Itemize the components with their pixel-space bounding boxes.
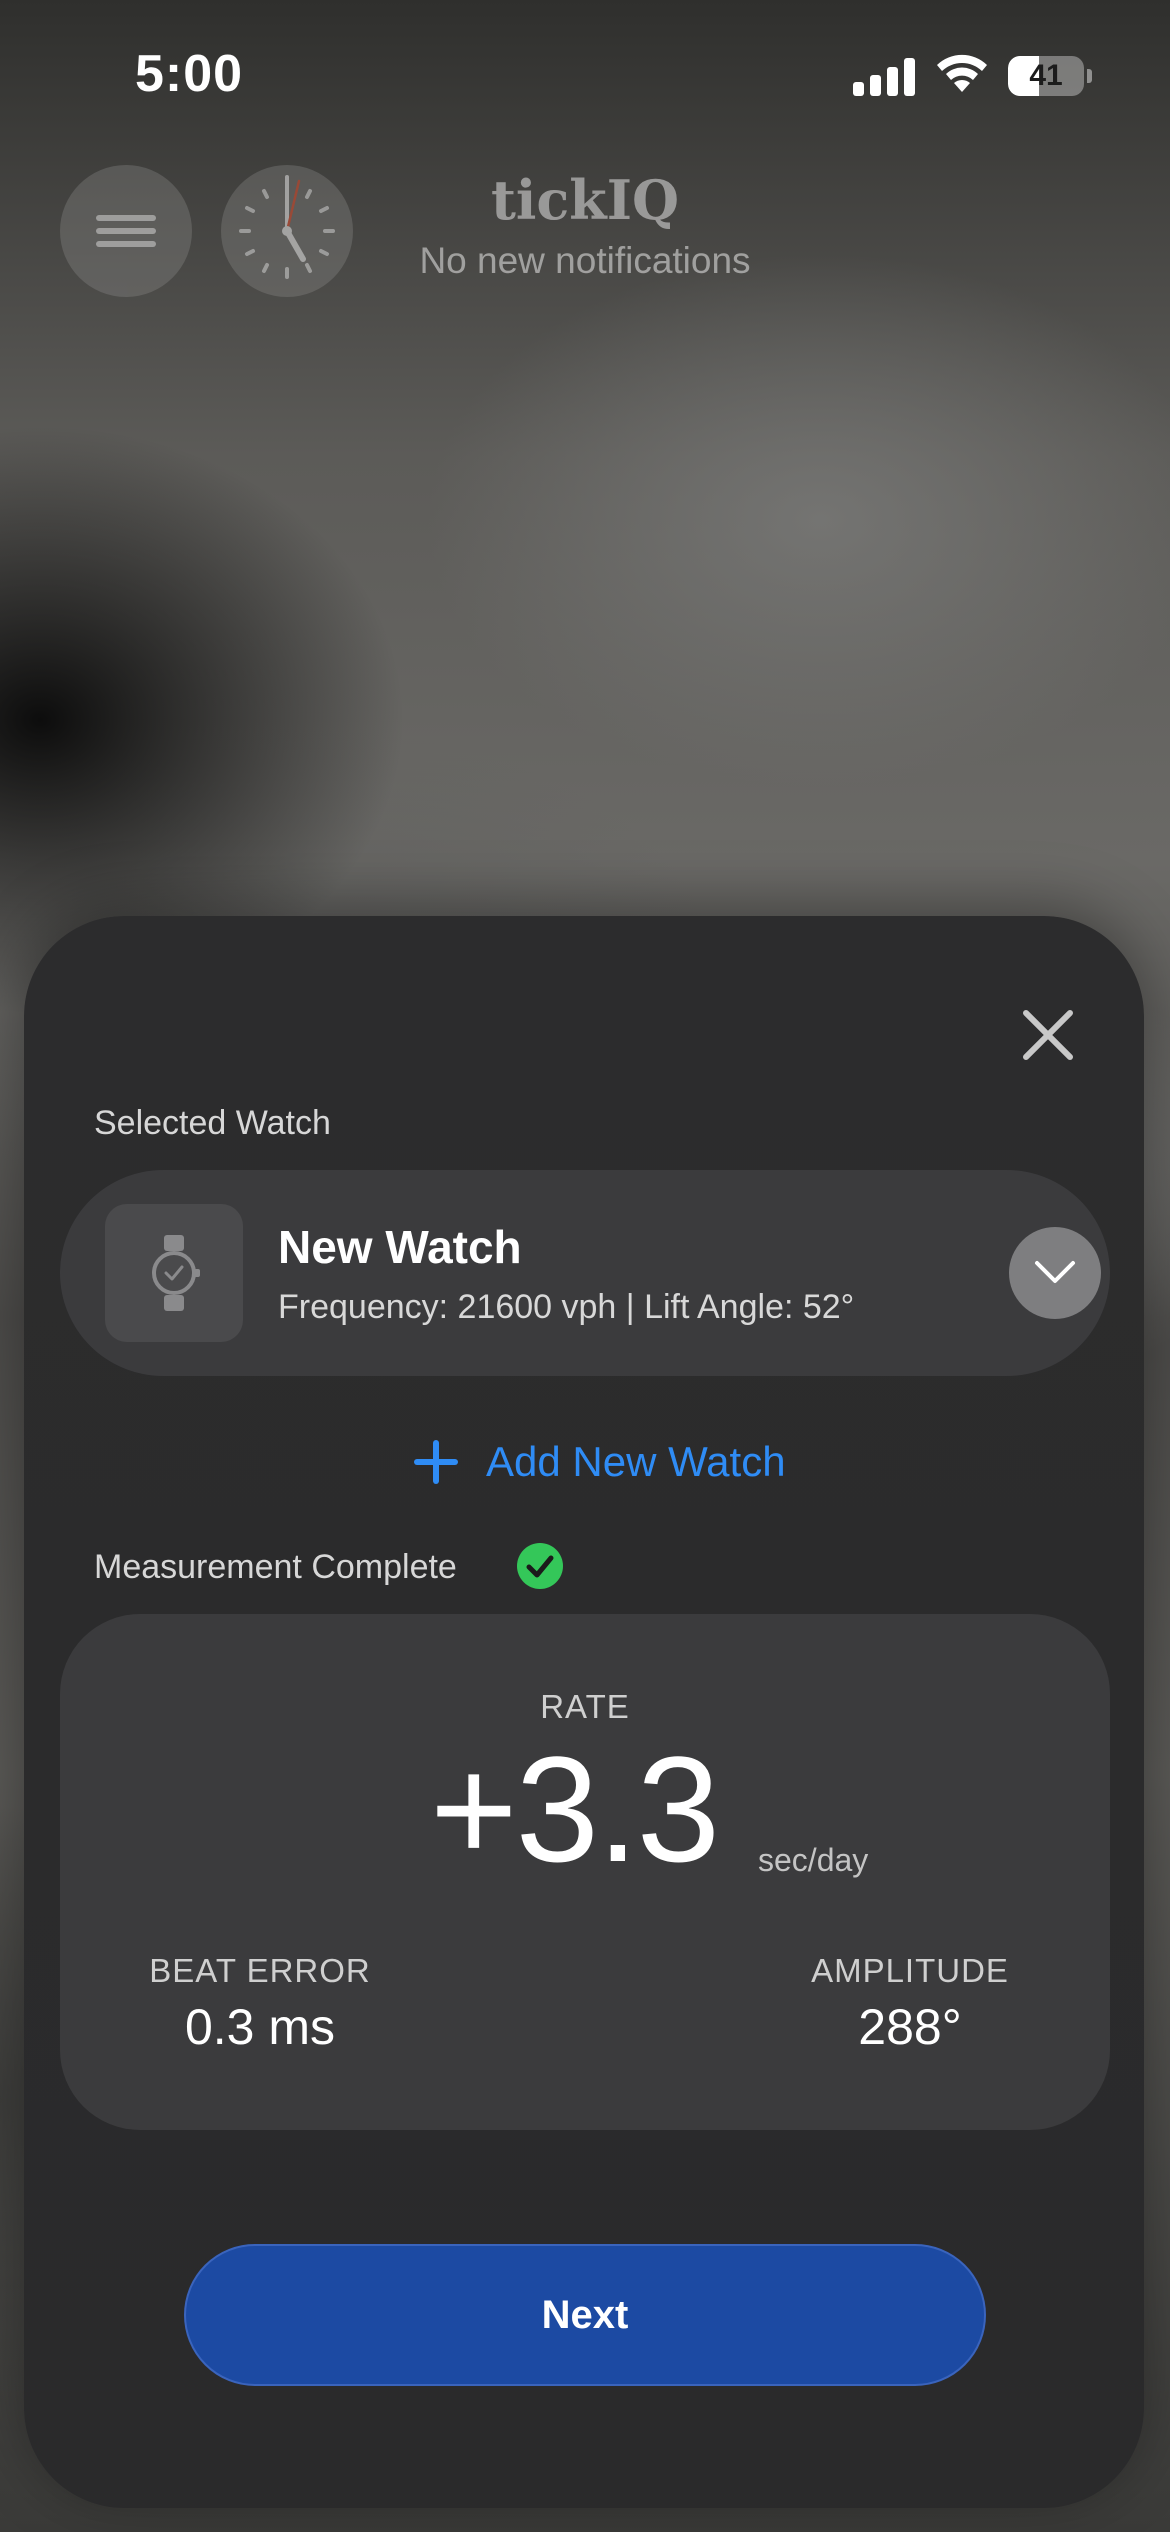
close-button[interactable] [994,986,1090,1082]
next-button[interactable]: Next [184,2244,986,2386]
beat-error-value: 0.3 ms [184,1999,336,2055]
watch-thumbnail [105,1204,243,1342]
results-card: RATE +3.3 sec/day BEAT ERROR 0.3 ms AMPL… [60,1614,1110,2130]
measurement-status-label: Measurement Complete [94,1548,457,1586]
add-new-watch-button[interactable]: Add New Watch [374,1416,794,1506]
close-icon [1023,1010,1073,1060]
analog-clock-icon [239,175,335,279]
status-bar: 5:00 41 [0,0,1170,150]
battery-icon: 41 [1008,56,1092,96]
wifi-icon [934,52,990,96]
cellular-signal-icon [853,56,915,96]
rate-value: +3.3 [430,1725,720,1893]
app-title: tickIQ [490,168,680,232]
selected-watch-label: Selected Watch [94,1104,331,1142]
chevron-down-icon [1035,1261,1075,1283]
measurement-sheet: Selected Watch New Watch Frequency: 2160… [24,916,1144,2508]
rate-label: RATE [540,1688,630,1725]
app-header: tickIQ No new notifications [0,160,1170,300]
rate-unit: sec/day [758,1842,869,1878]
watch-dropdown-button[interactable] [1009,1227,1101,1319]
beat-error-label: BEAT ERROR [149,1952,371,1989]
notification-status[interactable]: No new notifications [335,240,835,282]
amplitude-value: 288° [858,1999,962,2055]
watch-specs: Frequency: 21600 vph | Lift Angle: 52° [278,1288,855,1326]
checkmark-circle-icon [517,1543,563,1589]
amplitude-label: AMPLITUDE [811,1952,1009,1989]
watch-name: New Watch [278,1221,522,1273]
selected-watch-card[interactable]: New Watch Frequency: 21600 vph | Lift An… [60,1170,1110,1376]
add-new-watch-label: Add New Watch [486,1438,786,1485]
plus-icon [414,1440,458,1484]
menu-button[interactable] [60,165,192,297]
status-time: 5:00 [135,45,244,103]
wristwatch-icon [152,1235,200,1311]
clock-button[interactable] [221,165,353,297]
battery-percent: 41 [1029,59,1063,92]
